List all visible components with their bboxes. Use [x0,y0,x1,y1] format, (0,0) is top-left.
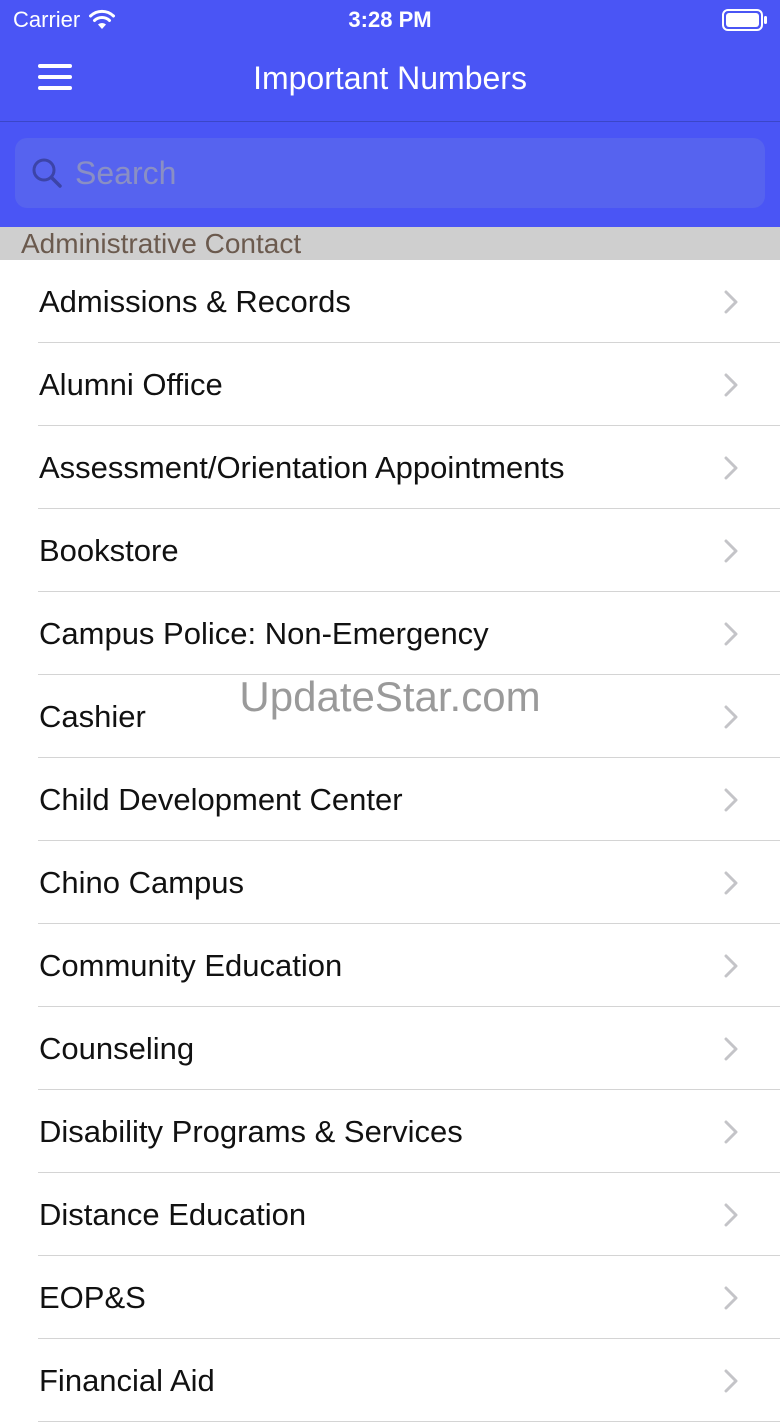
list-item[interactable]: Assessment/Orientation Appointments [0,426,780,509]
list-item-label: Child Development Center [39,782,403,817]
chevron-right-icon [724,1286,738,1310]
chevron-right-icon [724,954,738,978]
status-time: 3:28 PM [348,7,432,32]
list-item-label: Campus Police: Non-Emergency [39,616,489,651]
chevron-right-icon [724,456,738,480]
list-item[interactable]: Distance Education [0,1173,780,1256]
chevron-right-icon [724,290,738,314]
search-icon [32,158,62,188]
chevron-right-icon [724,1120,738,1144]
chevron-right-icon [724,788,738,812]
list-item[interactable]: EOP&S [0,1256,780,1339]
list-item[interactable]: Alumni Office [0,343,780,426]
list-item[interactable]: Bookstore [0,509,780,592]
list-item[interactable]: Admissions & Records [0,260,780,343]
contact-list: Admissions & Records Alumni Office Assessm… [0,260,780,1422]
chevron-right-icon [724,373,738,397]
app-header: Carrier 3:28 PM Important Numbers [0,0,780,227]
page-title: Important Numbers [253,60,527,96]
list-item-label: Distance Education [39,1197,307,1232]
list-item-label: Alumni Office [39,367,223,402]
chevron-right-icon [724,1203,738,1227]
navigation-bar: Important Numbers [0,42,780,122]
chevron-right-icon [724,1369,738,1393]
search-input[interactable] [73,153,757,193]
list-item-label: Chino Campus [39,865,245,900]
list-item-label: Admissions & Records [39,284,351,319]
list-item-label: Assessment/Orientation Appointments [39,450,565,485]
section-header: Administrative Contact [0,227,780,260]
search-bar[interactable] [15,138,765,208]
chevron-right-icon [724,622,738,646]
list-item-label: Disability Programs & Services [39,1114,463,1149]
list-item[interactable]: Counseling [0,1007,780,1090]
list-item-label: Counseling [39,1031,195,1066]
chevron-right-icon [724,1037,738,1061]
list-item-label: EOP&S [39,1280,146,1315]
list-item-label: Bookstore [39,533,179,568]
status-bar: Carrier 3:28 PM [0,0,780,42]
list-item[interactable]: Disability Programs & Services [0,1090,780,1173]
list-item-label: Financial Aid [39,1363,215,1398]
list-item[interactable]: Child Development Center [0,758,780,841]
list-item[interactable]: Campus Police: Non-Emergency [0,592,780,675]
list-item[interactable]: Community Education [0,924,780,1007]
list-item-label: Community Education [39,948,343,983]
chevron-right-icon [724,871,738,895]
list-item-label: Cashier [39,699,146,734]
list-item[interactable]: Cashier [0,675,780,758]
list-item[interactable]: Financial Aid [0,1339,780,1422]
list-item[interactable]: Chino Campus [0,841,780,924]
battery-icon [722,9,767,31]
chevron-right-icon [724,539,738,563]
chevron-right-icon [724,705,738,729]
